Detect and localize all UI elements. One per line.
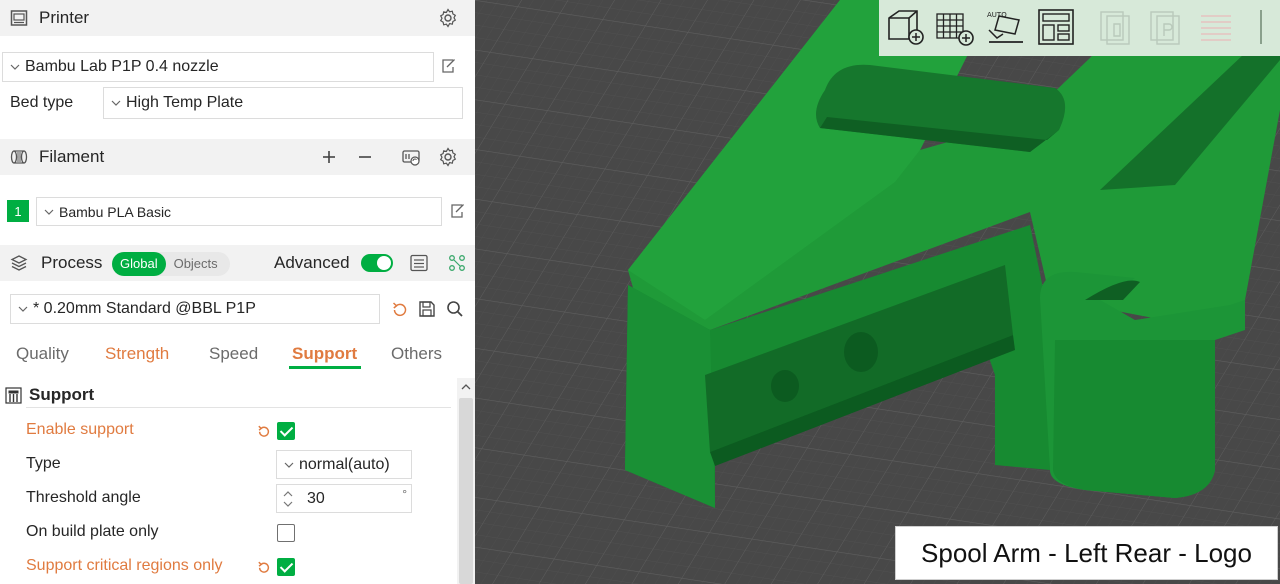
- undo-icon[interactable]: [256, 559, 272, 575]
- build-plate-scene: [475, 0, 1280, 584]
- process-list-button[interactable]: [408, 252, 430, 274]
- ams-sync-icon: [402, 150, 420, 166]
- printer-section-header: Printer: [0, 0, 475, 36]
- active-tab-indicator: [289, 366, 361, 369]
- edit-icon: [442, 59, 455, 73]
- spin-arrows-icon[interactable]: [282, 488, 294, 510]
- tab-strength[interactable]: Strength: [105, 344, 169, 364]
- edit-icon: [451, 204, 464, 218]
- gear-icon: [439, 8, 457, 28]
- filament-spool-icon: [10, 150, 28, 164]
- process-preset-select[interactable]: * 0.20mm Standard @BBL P1P: [10, 294, 380, 324]
- critical-regions-label: Support critical regions only: [26, 557, 223, 574]
- chevron-down-icon: [44, 209, 54, 215]
- support-group-title: Support: [29, 385, 95, 404]
- advanced-toggle[interactable]: [361, 254, 393, 272]
- printer-preset-value: Bambu Lab P1P 0.4 nozzle: [25, 58, 219, 75]
- viewport-toolbar: AUTO: [879, 0, 1280, 56]
- process-preset-value: * 0.20mm Standard @BBL P1P: [33, 300, 256, 317]
- threshold-angle-unit: °: [402, 487, 407, 501]
- filament-section-header: Filament: [0, 139, 475, 175]
- list-icon: [410, 254, 428, 272]
- model-caption-text: Spool Arm - Left Rear - Logo: [921, 537, 1252, 568]
- filament-settings-button[interactable]: [437, 146, 459, 168]
- slice-lines-icon[interactable]: [1195, 6, 1237, 48]
- search-icon: [447, 301, 463, 317]
- layers-icon: [10, 255, 28, 271]
- support-type-select[interactable]: normal(auto): [276, 450, 412, 479]
- toolbar-separator: [1260, 10, 1262, 44]
- bed-type-value: High Temp Plate: [126, 94, 244, 111]
- svg-text:AUTO: AUTO: [987, 11, 1007, 19]
- chevron-down-icon: [18, 306, 28, 312]
- support-type-value: normal(auto): [299, 455, 390, 473]
- printer-settings-button[interactable]: [437, 7, 459, 29]
- scrollbar-thumb[interactable]: [459, 398, 473, 584]
- edit-filament-button[interactable]: [446, 200, 468, 222]
- add-cube-icon[interactable]: [883, 6, 925, 48]
- tab-speed[interactable]: Speed: [209, 344, 258, 364]
- chevron-down-icon: [284, 462, 294, 468]
- remove-filament-button[interactable]: [354, 146, 376, 168]
- build-plate-only-label: On build plate only: [26, 523, 159, 540]
- sync-ams-button[interactable]: [400, 146, 422, 168]
- process-section-title: Process: [41, 253, 103, 272]
- enable-support-label: Enable support: [26, 421, 134, 438]
- printer-section-title: Printer: [39, 8, 90, 27]
- filament-preset-select[interactable]: Bambu PLA Basic: [36, 197, 442, 226]
- process-compare-button[interactable]: [446, 252, 468, 274]
- minus-icon: [359, 156, 371, 158]
- threshold-angle-label: Threshold angle: [26, 489, 141, 506]
- tab-others[interactable]: Others: [391, 344, 442, 364]
- settings-panel: Printer Bambu Lab P1P 0.4 nozzle Bed typ…: [0, 0, 475, 584]
- filament-slot-number: 1: [14, 203, 22, 219]
- threshold-angle-input[interactable]: 30 °: [276, 484, 412, 513]
- add-plate-icon[interactable]: [933, 6, 975, 48]
- search-settings-button[interactable]: [444, 298, 466, 320]
- printer-preset-select[interactable]: Bambu Lab P1P 0.4 nozzle: [2, 52, 434, 82]
- advanced-label: Advanced: [274, 253, 350, 272]
- filament-slot-badge[interactable]: 1: [7, 200, 29, 222]
- gear-icon: [439, 147, 457, 167]
- auto-orient-icon[interactable]: AUTO: [983, 6, 1025, 48]
- undo-icon: [392, 302, 407, 317]
- tab-support[interactable]: Support: [292, 344, 357, 364]
- reset-process-button[interactable]: [389, 298, 411, 320]
- chevron-down-icon: [10, 64, 20, 70]
- scope-objects-option[interactable]: Objects: [166, 252, 226, 276]
- nodes-icon: [449, 255, 465, 271]
- enable-support-checkbox[interactable]: [277, 422, 295, 440]
- process-section-header: Process: [0, 245, 475, 281]
- printer-icon: [10, 10, 28, 26]
- filament-section-title: Filament: [39, 147, 105, 166]
- copy-plate-icon[interactable]: [1095, 6, 1137, 48]
- plus-icon: [323, 151, 335, 163]
- save-icon: [419, 301, 435, 317]
- support-icon: [5, 387, 22, 404]
- critical-regions-checkbox[interactable]: [277, 558, 295, 576]
- edit-printer-button[interactable]: [437, 55, 459, 77]
- process-scope-toggle[interactable]: Global Objects: [112, 252, 230, 276]
- build-plate-only-checkbox[interactable]: [277, 524, 295, 542]
- arrange-icon[interactable]: [1035, 6, 1077, 48]
- threshold-angle-value: 30: [307, 489, 325, 507]
- model-caption: Spool Arm - Left Rear - Logo: [895, 526, 1278, 580]
- save-process-button[interactable]: [416, 298, 438, 320]
- 3d-viewport[interactable]: AUTO Spool Arm - Left Rear - Logo: [475, 0, 1280, 584]
- bed-type-label: Bed type: [10, 94, 74, 111]
- scroll-up-icon[interactable]: [459, 381, 473, 393]
- chevron-down-icon: [111, 100, 121, 106]
- undo-icon[interactable]: [256, 423, 272, 439]
- bed-type-select[interactable]: High Temp Plate: [103, 87, 463, 119]
- scope-global-option[interactable]: Global: [112, 252, 166, 276]
- filament-preset-value: Bambu PLA Basic: [59, 203, 172, 220]
- tab-quality[interactable]: Quality: [16, 344, 69, 364]
- paste-plate-icon[interactable]: [1145, 6, 1187, 48]
- group-divider: [26, 407, 451, 408]
- add-filament-button[interactable]: [318, 146, 340, 168]
- support-type-label: Type: [26, 455, 61, 472]
